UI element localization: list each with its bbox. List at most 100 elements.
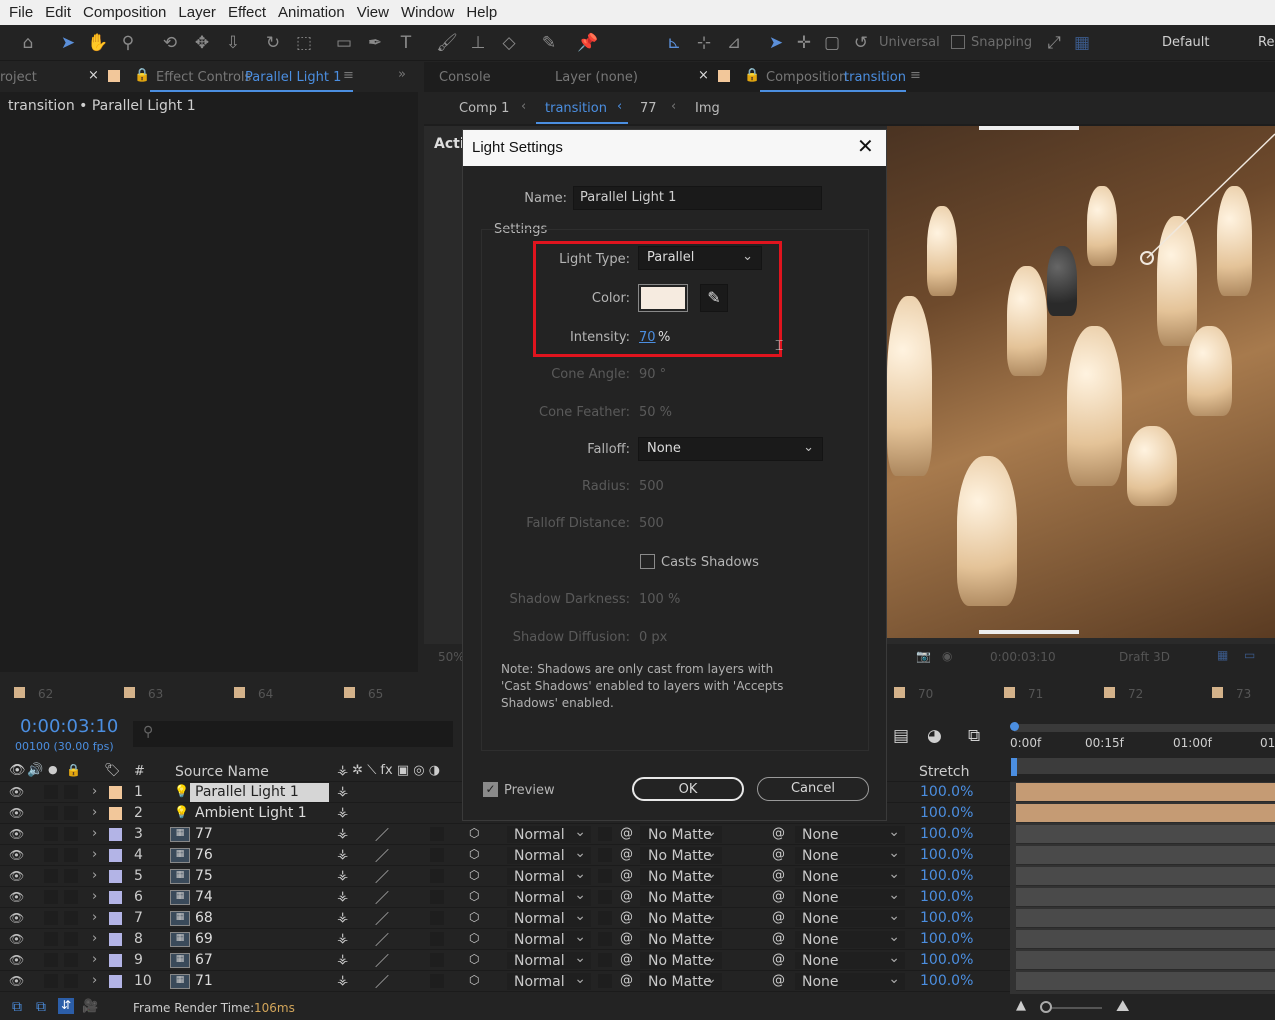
quality-icon[interactable]: ／ <box>375 825 389 845</box>
falloff-dropdown[interactable]: None ⌄ <box>638 437 823 461</box>
layer-row[interactable]: 👁 › 4▦ 76 ／ ⬡ Normal @ No Matte @ None⚶ … <box>0 845 1010 866</box>
layer-name[interactable]: Parallel Light 1 <box>195 784 299 800</box>
layer-name[interactable]: 77 <box>195 826 213 842</box>
shy-icon[interactable]: ⚶ <box>337 973 348 988</box>
layer-name[interactable]: 74 <box>195 889 213 905</box>
layer-label-color[interactable] <box>109 933 122 946</box>
parent-pickwhip-icon[interactable]: @ <box>772 826 785 841</box>
close-icon[interactable]: × <box>698 68 709 83</box>
menu-item-file[interactable]: File <box>9 4 33 21</box>
lock-icon[interactable]: 🔒 <box>134 68 150 83</box>
tab-effect-controls-layer[interactable]: Parallel Light 1 <box>245 70 341 85</box>
blend-mode-dropdown[interactable]: Normal <box>507 929 591 948</box>
comp-flowchart-icon[interactable]: ⧉ <box>12 999 22 1015</box>
stretch-value[interactable]: 100.0% <box>920 805 973 821</box>
track-matte-dropdown[interactable]: No Matte <box>640 824 722 843</box>
quality-icon[interactable]: ／ <box>375 951 389 971</box>
solo-toggle[interactable] <box>44 869 58 883</box>
monitor-icon[interactable]: ▭ <box>1244 648 1255 662</box>
eye-icon[interactable]: 👁 <box>9 806 24 820</box>
preview-label[interactable]: Preview <box>504 783 555 798</box>
draft-3d-label[interactable]: Draft 3D <box>1119 650 1170 664</box>
layer-row[interactable]: 👁 › 10 ▦ 71 ／ ⬡ Normal @ No Matte @ None ⚶… <box>0 971 1010 992</box>
preserve-transparency-toggle[interactable] <box>598 932 612 946</box>
track-matte-pickwhip-icon[interactable]: @ <box>620 847 633 862</box>
snapshot-icon[interactable]: 📷 <box>916 649 931 663</box>
layer-duration-bar[interactable] <box>1016 846 1275 865</box>
timeline-search[interactable]: ⚲ <box>133 721 453 747</box>
3d-layer-icon[interactable]: ⬡ <box>469 889 479 903</box>
lock-toggle[interactable] <box>64 911 78 925</box>
lock-toggle[interactable] <box>64 932 78 946</box>
quality-icon[interactable]: ／ <box>375 867 389 887</box>
lock-icon[interactable]: 🔒 <box>744 68 760 83</box>
chevron-right-icon[interactable]: › <box>92 868 97 883</box>
zoom-in-icon[interactable]: ⛰ <box>1116 996 1129 1016</box>
stretch-value[interactable]: 100.0% <box>920 826 973 842</box>
solo-icon[interactable]: ● <box>48 763 58 776</box>
3d-rotate-icon[interactable]: ↺ <box>847 29 875 57</box>
frame-blend-icon[interactable]: ▤ <box>893 726 909 746</box>
solo-toggle[interactable] <box>44 953 58 967</box>
layer-label-color[interactable] <box>109 849 122 862</box>
quality-icon[interactable]: ／ <box>375 888 389 908</box>
track-matte-pickwhip-icon[interactable]: @ <box>620 910 633 925</box>
casts-shadows-label[interactable]: Casts Shadows <box>661 555 759 570</box>
grid-icon[interactable]: ▦ <box>1068 29 1096 57</box>
preview-checkbox[interactable]: ✓ <box>483 782 498 797</box>
layer-label-color[interactable] <box>109 975 122 988</box>
track-matte-pickwhip-icon[interactable]: @ <box>620 889 633 904</box>
parent-pickwhip-icon[interactable]: @ <box>772 973 785 988</box>
3d-layer-icon[interactable]: ⬡ <box>469 952 479 966</box>
color-icon[interactable]: ◉ <box>942 649 952 663</box>
close-icon[interactable]: ✕ <box>857 134 874 158</box>
solo-toggle[interactable] <box>44 785 58 799</box>
layer-label-color[interactable] <box>109 807 122 820</box>
preserve-transparency-toggle[interactable] <box>598 848 612 862</box>
lock-toggle[interactable] <box>64 806 78 820</box>
chevron-right-icon[interactable]: › <box>92 826 97 841</box>
3d-layer-icon[interactable]: ⬡ <box>469 931 479 945</box>
layer-label-color[interactable] <box>109 828 122 841</box>
snapping-checkbox[interactable] <box>951 35 965 49</box>
layer-duration-bar[interactable] <box>1016 930 1275 949</box>
stretch-value[interactable]: 100.0% <box>920 973 973 989</box>
chevron-right-icon[interactable]: › <box>92 784 97 799</box>
layer-row[interactable]: 👁 › 6▦ 74 ／ ⬡ Normal @ No Matte @ None⚶ … <box>0 887 1010 908</box>
track-matte-dropdown[interactable]: No Matte <box>640 845 722 864</box>
track-matte-dropdown[interactable]: No Matte <box>640 929 722 948</box>
eye-icon[interactable]: 👁 <box>9 848 24 862</box>
grid-icon[interactable]: ▦ <box>1217 648 1228 662</box>
tab-console[interactable]: Console <box>439 70 491 85</box>
lock-toggle[interactable] <box>64 890 78 904</box>
quality-icon[interactable]: ／ <box>375 972 389 992</box>
world-axis-icon[interactable]: ⊹ <box>690 29 718 57</box>
layer-label-color[interactable] <box>109 912 122 925</box>
parent-pickwhip-icon[interactable]: @ <box>772 952 785 967</box>
layer-label-color[interactable] <box>109 891 122 904</box>
parent-dropdown[interactable]: None <box>795 845 905 864</box>
layer-duration-bar[interactable] <box>1016 783 1275 802</box>
menu-item-composition[interactable]: Composition <box>83 4 166 21</box>
menu-item-edit[interactable]: Edit <box>45 4 71 21</box>
parent-pickwhip-icon[interactable]: @ <box>772 868 785 883</box>
eye-icon[interactable]: 👁 <box>9 953 24 967</box>
layer-row[interactable]: 👁 › 9▦ 67 ／ ⬡ Normal @ No Matte @ None⚶ … <box>0 950 1010 971</box>
quality-icon[interactable]: ／ <box>375 930 389 950</box>
switch-box[interactable] <box>430 848 444 862</box>
layer-label-color[interactable] <box>109 870 122 883</box>
tab-layer[interactable]: Layer (none) <box>555 70 638 85</box>
lock-icon[interactable]: 🔒 <box>66 763 81 777</box>
crumb-77[interactable]: 77 <box>640 101 657 116</box>
layer-name[interactable]: 71 <box>195 973 213 989</box>
track-matte-pickwhip-icon[interactable]: @ <box>620 952 633 967</box>
3d-move-icon[interactable]: ✛ <box>790 29 818 57</box>
ok-button[interactable]: OK <box>632 777 744 801</box>
layer-duration-bar[interactable] <box>1016 909 1275 928</box>
zoom-level[interactable]: 50% <box>438 650 465 664</box>
preserve-transparency-toggle[interactable] <box>598 953 612 967</box>
dolly-camera-icon[interactable]: ⇩ <box>219 29 247 57</box>
eye-icon[interactable]: 👁 <box>9 890 24 904</box>
selection-tool-icon[interactable]: ➤ <box>54 29 82 57</box>
work-area-start-handle[interactable] <box>1010 722 1019 731</box>
